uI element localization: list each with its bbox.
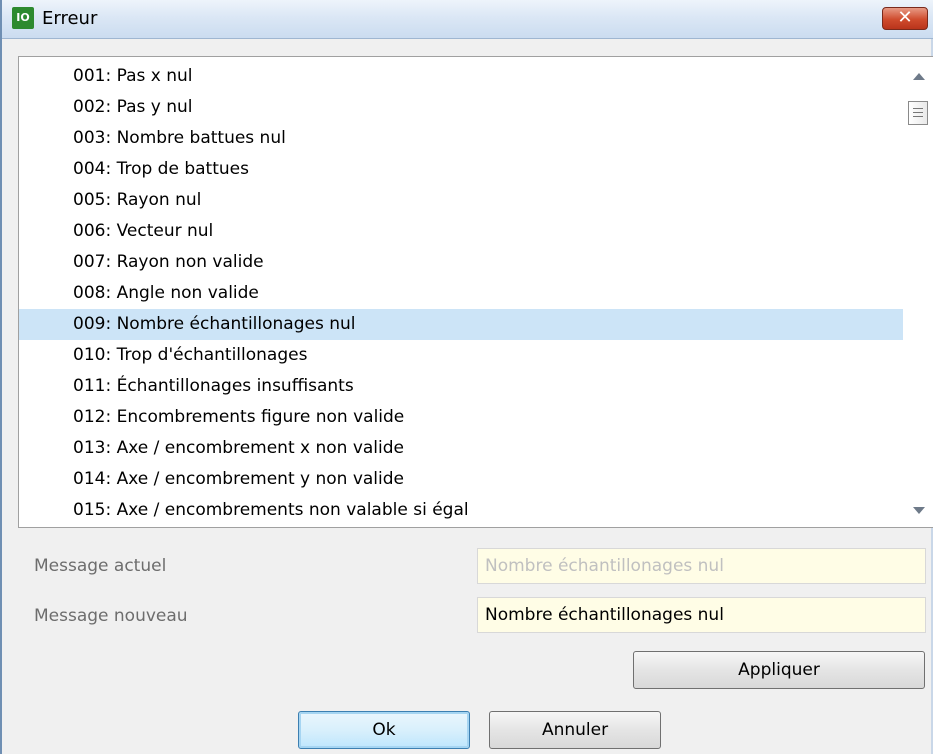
new-message-input[interactable]: Nombre échantillonages nul (477, 597, 926, 633)
title-bar[interactable]: IO Erreur ✕ (2, 0, 933, 39)
cancel-button[interactable]: Annuler (489, 711, 661, 749)
window-title: Erreur (42, 8, 98, 29)
list-item[interactable]: 012: Encombrements figure non valide (19, 402, 904, 433)
vertical-scrollbar[interactable] (903, 57, 933, 527)
list-item[interactable]: 014: Axe / encombrement y non valide (19, 464, 904, 495)
list-item[interactable]: 007: Rayon non valide (19, 247, 904, 278)
error-message-list[interactable]: 001: Pas x nul 002: Pas y nul 003: Nombr… (18, 56, 933, 528)
current-message-field: Nombre échantillonages nul (477, 548, 926, 584)
scroll-up-arrow-icon[interactable] (913, 73, 925, 80)
list-item[interactable]: 005: Rayon nul (19, 185, 904, 216)
list-item[interactable]: 008: Angle non valide (19, 278, 904, 309)
list-item[interactable]: 011: Échantillonages insuffisants (19, 371, 904, 402)
list-item[interactable]: 015: Axe / encombrements non valable si … (19, 495, 904, 526)
ok-button[interactable]: Ok (298, 711, 470, 749)
app-icon: IO (12, 7, 34, 29)
list-item[interactable]: 003: Nombre battues nul (19, 123, 904, 154)
scroll-thumb[interactable] (908, 101, 928, 125)
list-item[interactable]: 002: Pas y nul (19, 92, 904, 123)
new-message-label: Message nouveau (34, 606, 188, 626)
close-button[interactable]: ✕ (882, 7, 928, 30)
current-message-label: Message actuel (34, 556, 167, 576)
list-item[interactable]: 010: Trop d'échantillonages (19, 340, 904, 371)
list-item[interactable]: 006: Vecteur nul (19, 216, 904, 247)
error-dialog: IO Erreur ✕ 001: Pas x nul 002: Pas y nu… (0, 0, 933, 754)
list-items-container: 001: Pas x nul 002: Pas y nul 003: Nombr… (19, 61, 904, 526)
list-item[interactable]: 013: Axe / encombrement x non valide (19, 433, 904, 464)
scroll-down-arrow-icon[interactable] (913, 507, 925, 514)
list-item[interactable]: 001: Pas x nul (19, 61, 904, 92)
list-item-selected[interactable]: 009: Nombre échantillonages nul (19, 309, 904, 340)
list-item[interactable]: 004: Trop de battues (19, 154, 904, 185)
apply-button[interactable]: Appliquer (633, 651, 925, 689)
